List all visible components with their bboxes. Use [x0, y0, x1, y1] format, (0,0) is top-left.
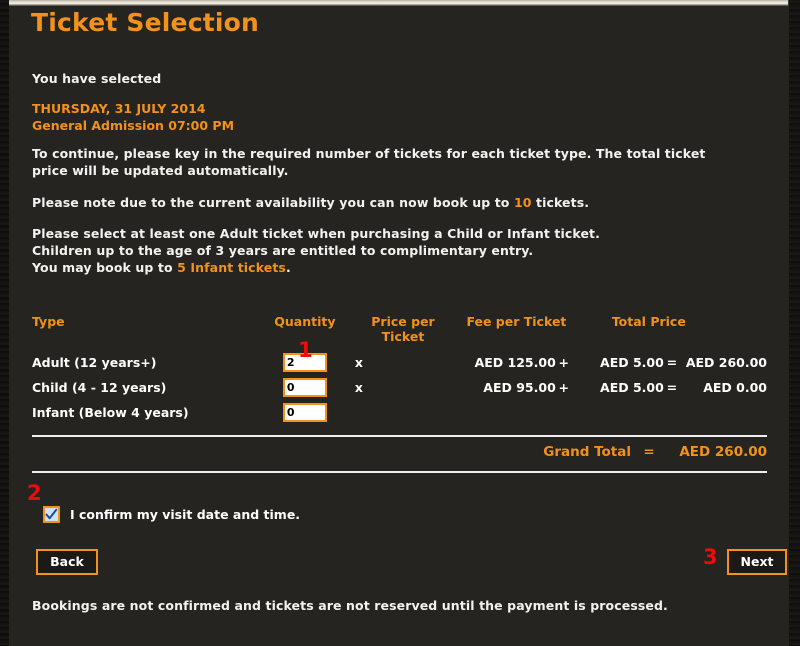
table-header-row: Type Quantity Price per Ticket Fee per T… — [32, 314, 767, 350]
header-price-line1: Price per — [371, 314, 435, 329]
annotation-marker-3: 3 — [703, 545, 718, 569]
quantity-input-infant[interactable] — [282, 403, 327, 422]
header-price-per-ticket: Price per Ticket — [351, 314, 455, 350]
availability-suffix: tickets. — [531, 195, 590, 210]
window-right-edge — [789, 0, 800, 646]
header-price-line2: Ticket — [381, 329, 425, 344]
confirm-visit-checkbox[interactable] — [43, 506, 60, 523]
rule-infant-count: 5 Infant tickets — [177, 260, 286, 275]
price-cell-adult: AED 125.00 + — [455, 350, 578, 375]
booking-rules: Please select at least one Adult ticket … — [32, 225, 742, 276]
availability-count: 10 — [513, 195, 532, 210]
fee-cell-child: AED 5.00 = — [578, 375, 686, 400]
header-type: Type — [32, 314, 65, 329]
selected-date: THURSDAY, 31 JULY 2014 — [32, 101, 206, 116]
table-row: Child (4 - 12 years) x AED 95.00+ AED 5.… — [32, 375, 767, 400]
quantity-cell-infant — [259, 400, 351, 425]
back-button[interactable]: Back — [36, 549, 98, 575]
rule-children-complimentary: Children up to the age of 3 years are en… — [32, 243, 534, 258]
divider-below-grand-total — [32, 471, 767, 473]
grand-total-row: Grand Total = AED 260.00 — [32, 444, 767, 460]
next-button[interactable]: Next — [727, 549, 787, 575]
grand-total-equals: = — [643, 444, 655, 460]
window-left-edge — [0, 0, 9, 646]
annotation-marker-1: 1 — [298, 338, 313, 362]
plus-sign-adult: + — [558, 355, 570, 370]
quantity-input-child[interactable] — [282, 378, 327, 397]
confirm-visit-label: I confirm my visit date and time. — [70, 507, 301, 522]
rule-infant-suffix: . — [285, 260, 291, 275]
ticket-table: Type Quantity Price per Ticket Fee per T… — [32, 314, 767, 425]
price-cell-child: AED 95.00 + — [455, 375, 578, 400]
fee-cell-infant — [578, 400, 686, 425]
multiply-sign-adult: x — [354, 355, 363, 370]
divider-above-grand-total — [32, 435, 767, 437]
selection-label: You have selected — [32, 71, 162, 86]
plus-sign-child: + — [558, 380, 570, 395]
checkmark-icon — [45, 508, 58, 520]
total-infant — [686, 400, 767, 425]
row-type-child: Child (4 - 12 years) — [32, 380, 167, 395]
fee-child: AED 5.00 — [600, 380, 664, 395]
grand-total-label: Grand Total — [543, 444, 631, 460]
rule-adult-required: Please select at least one Adult ticket … — [32, 226, 600, 241]
availability-prefix: Please note due to the current availabil… — [32, 195, 514, 210]
price-adult: AED 125.00 — [474, 355, 556, 370]
booking-footnote: Bookings are not confirmed and tickets a… — [32, 598, 668, 613]
row-type-infant: Infant (Below 4 years) — [32, 405, 189, 420]
rule-infant-limit: You may book up to 5 Infant tickets. — [32, 259, 742, 276]
equals-sign-child: = — [666, 380, 678, 395]
fee-cell-adult: AED 5.00 = — [578, 350, 686, 375]
table-row: Adult (12 years+) x AED 125.00+ AED 5.00… — [32, 350, 767, 375]
ticket-selection-panel: Ticket Selection You have selected THURS… — [9, 6, 789, 646]
fee-adult: AED 5.00 — [600, 355, 664, 370]
confirm-visit-row[interactable]: I confirm my visit date and time. — [43, 506, 300, 523]
equals-sign-adult: = — [666, 355, 678, 370]
selection-summary: THURSDAY, 31 JULY 2014 General Admission… — [32, 100, 234, 134]
header-fee-per-ticket: Fee per Ticket — [466, 314, 567, 329]
annotation-marker-2: 2 — [27, 481, 42, 505]
rule-infant-prefix: You may book up to — [32, 260, 178, 275]
quantity-cell-child — [259, 375, 351, 400]
price-cell-infant — [455, 400, 578, 425]
table-row: Infant (Below 4 years) — [32, 400, 767, 425]
page-title: Ticket Selection — [31, 8, 260, 37]
selected-session: General Admission 07:00 PM — [32, 118, 235, 133]
multiply-sign-child: x — [354, 380, 363, 395]
header-total-price: Total Price — [611, 314, 686, 329]
availability-note: Please note due to the current availabil… — [32, 194, 742, 211]
grand-total-amount: AED 260.00 — [679, 444, 767, 460]
total-child: AED 0.00 — [703, 380, 767, 395]
multiply-sign-infant — [351, 400, 455, 425]
instructions-intro: To continue, please key in the required … — [32, 146, 706, 178]
row-type-adult: Adult (12 years+) — [32, 355, 157, 370]
total-adult: AED 260.00 — [685, 355, 767, 370]
price-child: AED 95.00 — [483, 380, 556, 395]
